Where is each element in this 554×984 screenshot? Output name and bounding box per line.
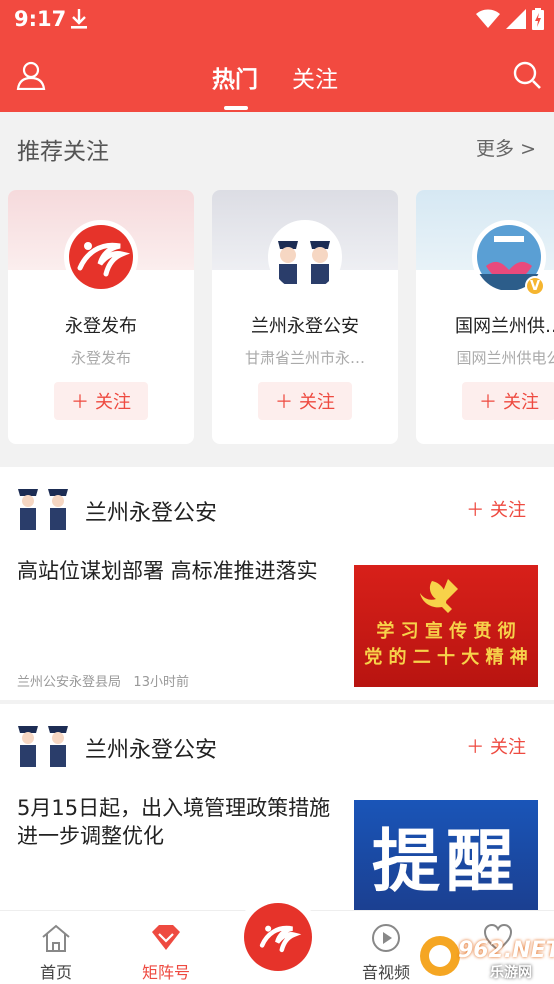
author-name[interactable]: 兰州永登公安 — [85, 732, 217, 764]
card-desc: 国网兰州供电公 — [456, 349, 554, 367]
author-avatar[interactable] — [16, 720, 72, 770]
post-source: 兰州公安永登县局 — [17, 675, 122, 690]
nav-matrix[interactable]: 矩阵号 — [126, 911, 206, 984]
author-name[interactable]: 兰州永登公安 — [85, 495, 217, 527]
plus-icon: ＋ — [71, 392, 89, 413]
watermark-logo: 962.NET 乐游网 — [418, 930, 554, 982]
plus-icon: ＋ — [466, 500, 490, 521]
recommend-card[interactable]: V 国网兰州供… 国网兰州供电公 ＋关注 — [416, 190, 554, 444]
nav-label: 音视频 — [361, 963, 410, 982]
follow-button[interactable]: ＋ 关注 — [466, 496, 526, 522]
download-icon — [70, 8, 88, 34]
search-icon[interactable] — [512, 60, 542, 94]
card-desc: 甘肃省兰州市永… — [244, 349, 365, 367]
nav-home[interactable]: 首页 — [16, 911, 96, 984]
tab-hot[interactable]: 热门 — [212, 60, 258, 94]
avatar — [64, 220, 138, 294]
nav-center-button[interactable] — [236, 895, 320, 979]
post-thumbnail[interactable]: 学 习 宣 传 贯 彻 党 的 二 十 大 精 神 — [354, 565, 538, 687]
battery-icon — [532, 8, 544, 30]
watermark-sub: 乐游网 — [490, 965, 532, 981]
recommend-title: 推荐关注 — [17, 139, 109, 165]
nav-label: 矩阵号 — [141, 963, 190, 982]
play-icon — [370, 923, 402, 957]
avatar — [268, 220, 342, 294]
nav-label: 首页 — [39, 963, 72, 982]
status-time: 9:17 — [14, 7, 67, 31]
recommend-card[interactable]: 兰州永登公安 甘肃省兰州市永… ＋关注 — [212, 190, 398, 444]
app-logo-icon — [244, 903, 312, 971]
recommend-header: 推荐关注 更多 > — [0, 112, 554, 178]
plus-icon: ＋ — [479, 392, 497, 413]
card-name: 永登发布 — [65, 316, 137, 337]
more-link[interactable]: 更多 > — [476, 134, 536, 161]
user-icon[interactable] — [16, 60, 46, 94]
follow-button[interactable]: ＋ 关注 — [466, 733, 526, 759]
card-name: 国网兰州供… — [455, 316, 554, 337]
tab-indicator — [224, 106, 248, 110]
card-desc: 永登发布 — [70, 349, 131, 367]
recommend-card[interactable]: 永登发布 永登发布 ＋关注 — [8, 190, 194, 444]
thumb-text: 党 的 二 十 大 精 神 — [364, 647, 528, 668]
post-time: 13小时前 — [133, 675, 189, 690]
recommend-cards: 永登发布 永登发布 ＋关注 兰州永登公安 甘肃省兰州市永… ＋关注 V 国网兰州… — [0, 190, 554, 444]
diamond-icon — [150, 923, 182, 957]
follow-button[interactable]: ＋关注 — [258, 382, 352, 420]
card-name: 兰州永登公安 — [251, 316, 359, 337]
follow-button[interactable]: ＋关注 — [462, 382, 554, 420]
feed-post[interactable]: 兰州永登公安 ＋ 关注 高站位谋划部署 高标准推进落实 兰州公安永登县局 13小… — [0, 467, 554, 700]
verified-badge: V — [525, 276, 545, 296]
home-icon — [40, 923, 72, 957]
thumb-text: 学 习 宣 传 贯 彻 — [376, 621, 516, 642]
plus-icon: ＋ — [275, 392, 293, 413]
watermark-text: 962.NET — [458, 938, 554, 963]
tab-follow[interactable]: 关注 — [292, 60, 338, 94]
author-avatar[interactable] — [16, 483, 72, 533]
wifi-icon — [476, 9, 500, 28]
post-title[interactable]: 5月15日起，出入境管理政策措施进一步调整优化 — [17, 794, 337, 850]
thumb-text: 提醒 — [371, 823, 520, 902]
top-bar: 热门 关注 — [0, 38, 554, 112]
post-meta: 兰州公安永登县局 13小时前 — [17, 671, 189, 690]
follow-button[interactable]: ＋关注 — [54, 382, 148, 420]
watermark-icon — [420, 936, 460, 976]
status-bar: 9:17 — [0, 0, 554, 38]
post-thumbnail[interactable]: 提醒 — [354, 800, 538, 912]
plus-icon: ＋ — [466, 737, 490, 758]
signal-icon — [506, 9, 526, 29]
post-title[interactable]: 高站位谋划部署 高标准推进落实 — [17, 557, 337, 585]
nav-audio-video[interactable]: 音视频 — [346, 911, 426, 984]
feed-post[interactable]: 兰州永登公安 ＋ 关注 5月15日起，出入境管理政策措施进一步调整优化 提醒 — [0, 704, 554, 914]
